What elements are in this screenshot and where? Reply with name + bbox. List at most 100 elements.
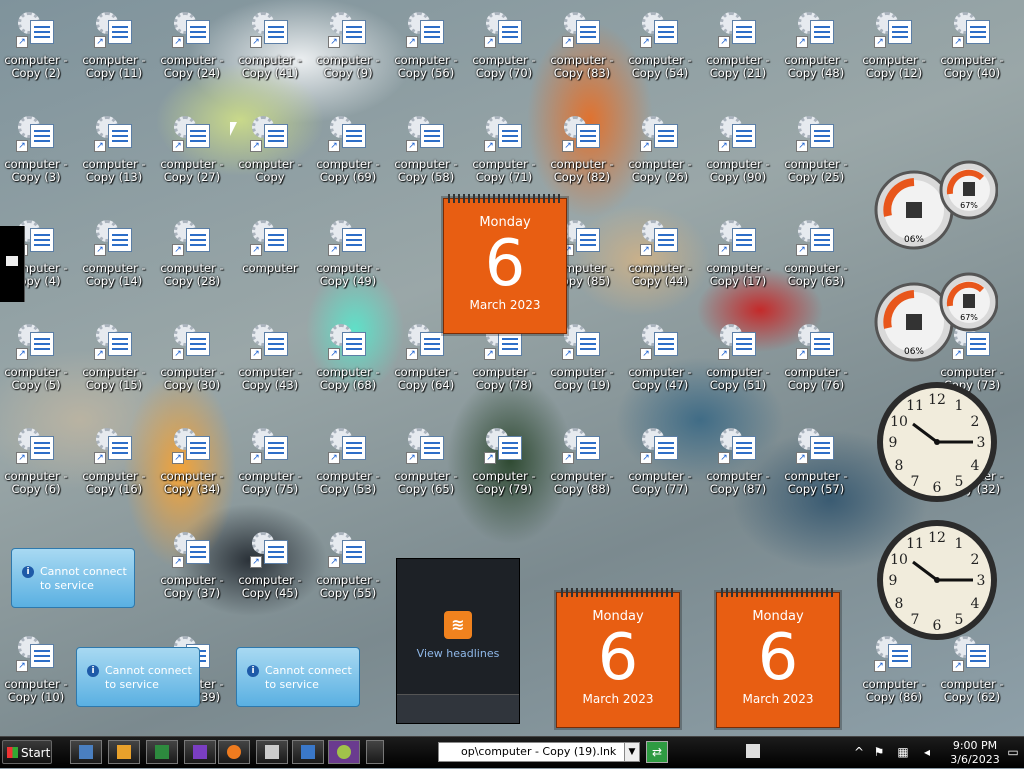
desktop-quicklaunch-button[interactable] bbox=[292, 740, 324, 764]
desktop-shortcut-icon[interactable]: ↗ computer - Copy (5) bbox=[0, 314, 74, 410]
desktop-shortcut-icon[interactable]: ↗ computer - Copy (43) bbox=[232, 314, 308, 410]
desktop-shortcut-icon[interactable]: ↗ computer - Copy (75) bbox=[232, 418, 308, 514]
checklist-icon bbox=[732, 228, 756, 252]
computer-quicklaunch-button[interactable] bbox=[70, 740, 102, 764]
view-headlines-link[interactable]: View headlines bbox=[397, 647, 519, 660]
feed-headlines-gadget[interactable]: ≋ View headlines bbox=[396, 558, 520, 724]
desktop-shortcut-icon[interactable]: ↗ computer - Copy (17) bbox=[700, 210, 776, 306]
shortcut-label: computer - Copy (25) bbox=[778, 158, 854, 184]
desktop-shortcut-icon[interactable]: ↗ computer - Copy (26) bbox=[622, 106, 698, 202]
desktop-shortcut-icon[interactable]: ↗ computer - Copy (79) bbox=[466, 418, 542, 514]
desktop-shortcut-icon[interactable]: ↗ computer - Copy (68) bbox=[310, 314, 386, 410]
desktop-shortcut-icon[interactable]: ↗ computer - Copy (45) bbox=[232, 522, 308, 618]
desktop-shortcut-icon[interactable]: ↗ computer bbox=[232, 210, 308, 306]
clock-gadget[interactable]: 12 6 3 9 12 45 78 10 11 bbox=[875, 518, 999, 642]
desktop-shortcut-icon[interactable]: ↗ computer - Copy (90) bbox=[700, 106, 776, 202]
speaker-icon[interactable]: ◂ bbox=[920, 745, 934, 759]
desktop-shortcut-icon[interactable]: ↗ computer - Copy (2) bbox=[0, 2, 74, 98]
shortcut-label: computer - Copy (78) bbox=[466, 366, 542, 392]
desktop-shortcut-icon[interactable]: ↗ computer - Copy (21) bbox=[700, 2, 776, 98]
chevron-up-icon[interactable]: ^ bbox=[852, 745, 866, 759]
desktop-shortcut-icon[interactable]: ↗ computer - Copy (24) bbox=[154, 2, 230, 98]
svg-text:12: 12 bbox=[928, 392, 946, 408]
desktop[interactable]: ↗ computer - Copy (2) ↗ computer - Copy (11) ↗… bbox=[0, 0, 1024, 736]
desktop-shortcut-icon[interactable]: ↗ computer - Copy (12) bbox=[856, 2, 932, 98]
desktop-shortcut-icon[interactable]: ↗ computer - Copy (41) bbox=[232, 2, 308, 98]
desktop-shortcut-icon[interactable]: ↗ computer - Copy (58) bbox=[388, 106, 464, 202]
desktop-shortcut-icon[interactable]: ↗ computer - Copy (65) bbox=[388, 418, 464, 514]
desktop-shortcut-icon[interactable]: ↗ computer - Copy (82) bbox=[544, 106, 620, 202]
desktop-shortcut-icon[interactable]: ↗ computer - Copy (37) bbox=[154, 522, 230, 618]
desktop-shortcut-icon[interactable]: ↗ computer - Copy (10) bbox=[0, 626, 74, 722]
desktop-shortcut-icon[interactable]: ↗ computer - Copy (9) bbox=[310, 2, 386, 98]
svg-text:6: 6 bbox=[933, 618, 942, 634]
cpu-meter-gadget[interactable]: 06% 67% bbox=[874, 160, 999, 260]
clock-gadget[interactable]: 12 6 3 9 12 45 78 10 11 bbox=[875, 380, 999, 504]
desktop-shortcut-icon[interactable]: ↗ computer - Copy (69) bbox=[310, 106, 386, 202]
desktop-shortcut-icon[interactable]: ↗ computer - Copy (55) bbox=[310, 522, 386, 618]
weather-gadget-error[interactable]: i Cannot connect to service bbox=[236, 647, 360, 707]
taskbar-clock[interactable]: 9:00 PM 3/6/2023 bbox=[945, 739, 1005, 767]
shortcut-label-line2: Copy (63) bbox=[787, 274, 845, 288]
desktop-shortcut-icon[interactable]: ↗ computer - Copy (71) bbox=[466, 106, 542, 202]
input-panel-button[interactable] bbox=[738, 740, 768, 764]
cpu-meter-gadget[interactable]: 06% 67% bbox=[874, 272, 999, 372]
desktop-shortcut-icon[interactable]: ↗ computer - Copy bbox=[232, 106, 308, 202]
desktop-shortcut-icon[interactable]: ↗ computer - Copy (16) bbox=[76, 418, 152, 514]
desktop-shortcut-icon[interactable]: ↗ computer - Copy (27) bbox=[154, 106, 230, 202]
app-quicklaunch-button-active[interactable] bbox=[328, 740, 360, 764]
address-bar[interactable]: op\computer - Copy (19).lnk bbox=[438, 742, 632, 762]
desktop-shortcut-icon[interactable]: ↗ computer - Copy (11) bbox=[76, 2, 152, 98]
firefox-quicklaunch-button[interactable] bbox=[218, 740, 250, 764]
desktop-shortcut-icon[interactable]: ↗ computer - Copy (25) bbox=[778, 106, 854, 202]
keyboard-icon[interactable]: ▭ bbox=[1006, 745, 1020, 759]
desktop-shortcut-icon[interactable]: ↗ computer - Copy (34) bbox=[154, 418, 230, 514]
weather-gadget-error[interactable]: i Cannot connect to service bbox=[11, 548, 135, 608]
start-button[interactable]: Start bbox=[2, 740, 52, 764]
gadget-sidebar-tab[interactable] bbox=[0, 226, 25, 302]
network-icon[interactable]: ▦ bbox=[896, 745, 910, 759]
desktop-shortcut-icon[interactable]: ↗ computer - Copy (49) bbox=[310, 210, 386, 306]
desktop-shortcut-icon[interactable]: ↗ computer - Copy (30) bbox=[154, 314, 230, 410]
desktop-shortcut-icon[interactable]: ↗ computer - Copy (13) bbox=[76, 106, 152, 202]
desktop-shortcut-icon[interactable]: ↗ computer - Copy (70) bbox=[466, 2, 542, 98]
shortcut-arrow-icon: ↗ bbox=[640, 244, 652, 256]
checklist-icon bbox=[342, 332, 366, 356]
shortcut-label-line2: Copy (12) bbox=[865, 66, 923, 80]
shortcut-label-line2: Copy (56) bbox=[397, 66, 455, 80]
desktop-shortcut-icon[interactable]: ↗ computer - Copy (57) bbox=[778, 418, 854, 514]
calendar-gadget[interactable]: Monday 6 March 2023 bbox=[556, 588, 680, 728]
desktop-shortcut-icon[interactable]: ↗ computer - Copy (56) bbox=[388, 2, 464, 98]
desktop-shortcut-icon[interactable]: ↗ computer - Copy (83) bbox=[544, 2, 620, 98]
calculator-quicklaunch-button[interactable] bbox=[256, 740, 288, 764]
desktop-shortcut-icon[interactable]: ↗ computer - Copy (53) bbox=[310, 418, 386, 514]
desktop-shortcut-icon[interactable]: ↗ computer - Copy (48) bbox=[778, 2, 854, 98]
media-player-quicklaunch-button[interactable] bbox=[108, 740, 140, 764]
desktop-shortcut-icon[interactable]: ↗ computer - Copy (77) bbox=[622, 418, 698, 514]
desktop-shortcut-icon[interactable]: ↗ computer - Copy (47) bbox=[622, 314, 698, 410]
address-dropdown-button[interactable]: ▼ bbox=[624, 742, 640, 762]
desktop-shortcut-icon[interactable]: ↗ computer - Copy (40) bbox=[934, 2, 1010, 98]
cmd-quicklaunch-button[interactable] bbox=[146, 740, 178, 764]
desktop-shortcut-icon[interactable]: ↗ computer - Copy (76) bbox=[778, 314, 854, 410]
flag-icon[interactable]: ⚑ bbox=[872, 745, 886, 759]
desktop-shortcut-icon[interactable]: ↗ computer - Copy (44) bbox=[622, 210, 698, 306]
desktop-shortcut-icon[interactable]: ↗ computer - Copy (6) bbox=[0, 418, 74, 514]
desktop-shortcut-icon[interactable]: ↗ computer - Copy (3) bbox=[0, 106, 74, 202]
shortcut-icon: ↗ bbox=[718, 324, 758, 364]
desktop-shortcut-icon[interactable]: ↗ computer - Copy (28) bbox=[154, 210, 230, 306]
desktop-shortcut-icon[interactable]: ↗ computer - Copy (87) bbox=[700, 418, 776, 514]
quicklaunch-scroll[interactable] bbox=[366, 740, 384, 764]
desktop-shortcut-icon[interactable]: ↗ computer - Copy (14) bbox=[76, 210, 152, 306]
desktop-shortcut-icon[interactable]: ↗ computer - Copy (63) bbox=[778, 210, 854, 306]
weather-gadget-error[interactable]: i Cannot connect to service bbox=[76, 647, 200, 707]
calendar-gadget[interactable]: Monday 6 March 2023 bbox=[716, 588, 840, 728]
checklist-icon bbox=[108, 228, 132, 252]
app-quicklaunch-button[interactable] bbox=[184, 740, 216, 764]
desktop-shortcut-icon[interactable]: ↗ computer - Copy (54) bbox=[622, 2, 698, 98]
go-button[interactable]: ⇄ bbox=[646, 741, 668, 763]
desktop-shortcut-icon[interactable]: ↗ computer - Copy (15) bbox=[76, 314, 152, 410]
desktop-shortcut-icon[interactable]: ↗ computer - Copy (88) bbox=[544, 418, 620, 514]
calendar-gadget[interactable]: Monday 6 March 2023 bbox=[443, 194, 567, 334]
desktop-shortcut-icon[interactable]: ↗ computer - Copy (51) bbox=[700, 314, 776, 410]
